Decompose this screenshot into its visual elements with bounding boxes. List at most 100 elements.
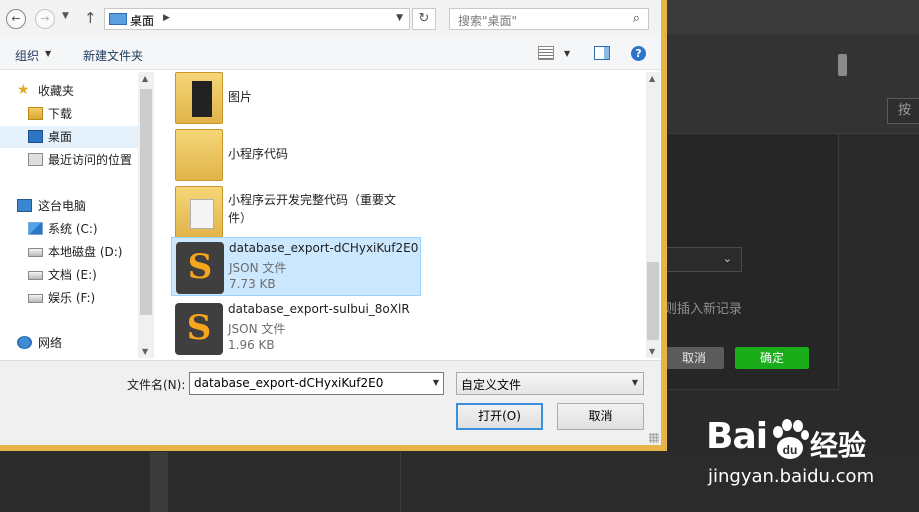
scrollbar-thumb[interactable] [140,89,152,315]
forward-button[interactable]: → [35,9,55,29]
baidu-jingyan-watermark: Bai du 经验 jingyan.baidu.com [706,416,916,506]
filename-value[interactable]: database_export-dCHyxiKuf2E0 [194,376,383,390]
nav-item-desktop[interactable]: 桌面 [0,126,138,148]
drive-icon [28,248,43,257]
desktop-monitor-icon [109,13,127,25]
up-folder-button[interactable]: ↑ [84,9,97,27]
address-dropdown-icon[interactable]: ▼ [396,13,403,23]
nav-item-label: 下载 [48,107,73,121]
drive-icon [28,271,43,280]
chevron-down-icon[interactable]: ▼ [632,378,638,387]
nav-item-label: 娱乐 (F:) [48,291,96,305]
sublime-text-icon: S [175,303,223,355]
help-icon[interactable]: ? [631,46,646,61]
search-icon[interactable]: ⌕ [633,11,640,26]
search-input[interactable]: 搜索"桌面" ⌕ [449,8,649,30]
desktop-icon [28,130,43,143]
network-icon [17,336,32,349]
nav-item-this-pc[interactable]: 这台电脑 [0,195,138,217]
filename-label: 文件名(N): [127,378,186,392]
preview-pane-icon[interactable] [594,46,610,60]
organize-dropdown-icon[interactable]: ▼ [45,49,51,58]
background-ok-button[interactable]: 确定 [735,347,809,369]
new-folder-button[interactable]: 新建文件夹 [83,47,143,64]
nav-item-drive-f[interactable]: 娱乐 (F:) [0,287,138,309]
view-dropdown-icon[interactable]: ▼ [564,49,570,58]
file-item-folder-pictures[interactable]: 图片 [171,70,421,126]
file-item-folder-miniprogram-code[interactable]: 小程序代码 [171,127,421,183]
file-name: 小程序代码 [228,147,289,161]
windows-drive-icon [28,222,43,235]
scroll-down-icon[interactable]: ▼ [142,347,148,356]
background-search-hint: 按 [898,103,912,118]
background-insert-text: 则插入新记录 [664,302,743,317]
file-item-folder-cloud-code[interactable]: 小程序云开发完整代码（重要文 件） [171,184,421,240]
folder-icon [175,72,223,124]
nav-item-label: 系统 (C:) [48,222,98,236]
search-placeholder: 搜索"桌面" [458,14,518,28]
nav-item-label: 桌面 [48,130,73,144]
watermark-brand-jingyan: 经验 [810,429,867,462]
file-size: 1.96 KB [228,338,275,352]
file-list-scrollbar[interactable]: ▲ ▼ [646,72,660,358]
filetype-select[interactable]: 自定义文件 ▼ [456,372,644,395]
chevron-down-icon: ⌄ [722,252,732,265]
chevron-down-icon[interactable]: ▼ [433,378,439,387]
file-type: JSON 文件 [228,322,286,336]
cancel-button[interactable]: 取消 [557,403,644,430]
scroll-up-icon[interactable]: ▲ [142,74,148,83]
file-item-json[interactable]: S database_export-suIbui_8oXlR JSON 文件 1… [171,299,421,358]
filetype-value: 自定义文件 [461,378,522,392]
nav-item-recent-places[interactable]: 最近访问的位置 [0,149,138,171]
nav-item-drive-e[interactable]: 文档 (E:) [0,264,138,286]
nav-item-drive-c[interactable]: 系统 (C:) [0,218,138,240]
arrow-right-icon: → [40,12,50,25]
file-open-dialog: ← → ▼ ↑ 桌面 ▶ ▼ ↻ 搜索"桌面" ⌕ 组织 ▼ 新建文件夹 ▼ ?… [0,0,667,451]
nav-item-label: 收藏夹 [38,84,75,98]
file-name: 件） [228,211,253,225]
nav-pane-scrollbar[interactable]: ▲ ▼ [138,72,154,358]
downloads-icon [28,107,43,120]
background-app-panel [668,34,919,134]
nav-item-network[interactable]: 网络 [0,332,138,354]
scrollbar-thumb[interactable] [647,262,659,340]
command-toolbar: 组织 ▼ 新建文件夹 ▼ ? [0,38,661,70]
open-button[interactable]: 打开(O) [456,403,543,430]
view-options-icon[interactable] [538,46,554,60]
baidu-paw-logo: du [773,419,809,459]
file-type: JSON 文件 [229,261,287,275]
background-search-input[interactable]: 按 [887,98,919,124]
file-name: 图片 [228,90,253,104]
refresh-button[interactable]: ↻ [412,8,436,30]
nav-item-downloads[interactable]: 下载 [0,103,138,125]
breadcrumb-chevron-icon[interactable]: ▶ [163,13,170,23]
background-divider [150,452,168,512]
nav-item-drive-d[interactable]: 本地磁盘 (D:) [0,241,138,263]
nav-item-label: 最近访问的位置 [48,153,133,167]
folder-icon [175,129,223,181]
background-divider [400,452,401,512]
recent-locations-dropdown[interactable]: ▼ [62,11,69,21]
background-select[interactable]: ⌄ [660,247,742,272]
dialog-bottom-bar: 文件名(N): database_export-dCHyxiKuf2E0 ▼ 自… [0,360,661,445]
file-name: database_export-dCHyxiKuf2E0 [229,241,419,255]
svg-text:du: du [783,443,798,457]
filename-input[interactable]: database_export-dCHyxiKuf2E0 ▼ [189,372,444,395]
background-scrollbar-thumb[interactable] [838,54,847,76]
folder-icon [175,186,223,238]
address-bar[interactable]: 桌面 ▶ ▼ [104,8,410,30]
address-row: ← → ▼ ↑ 桌面 ▶ ▼ ↻ 搜索"桌面" ⌕ [0,0,661,38]
watermark-brand: Bai [706,416,768,457]
organize-button[interactable]: 组织 [15,47,39,64]
nav-item-favorites[interactable]: ★ 收藏夹 [0,80,138,102]
nav-item-label: 这台电脑 [38,199,87,213]
file-item-json-selected[interactable]: S database_export-dCHyxiKuf2E0 JSON 文件 7… [171,237,421,296]
back-button[interactable]: ← [6,9,26,29]
scroll-down-icon[interactable]: ▼ [649,347,655,356]
star-icon: ★ [17,82,30,98]
address-location[interactable]: 桌面 [130,12,154,29]
background-cancel-button[interactable]: 取消 [664,347,724,369]
computer-icon [17,199,32,212]
scroll-up-icon[interactable]: ▲ [649,74,655,83]
resize-grip-icon[interactable] [649,433,659,443]
